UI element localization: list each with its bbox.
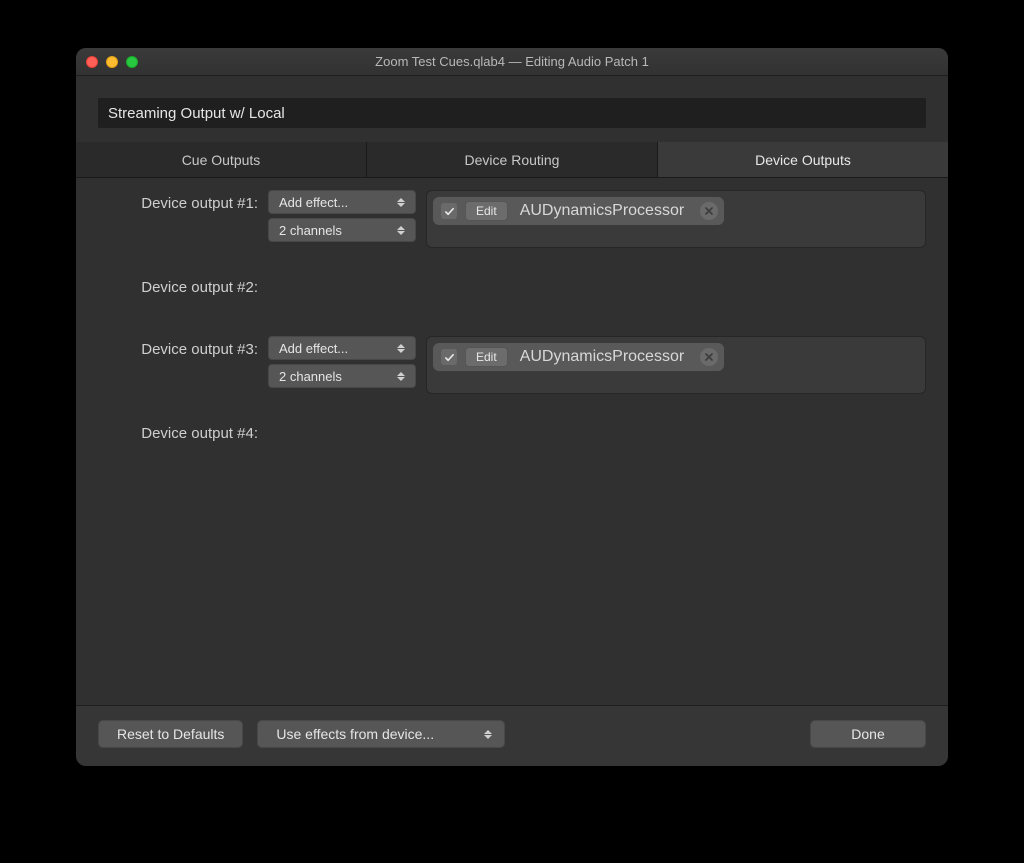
- reset-to-defaults-button[interactable]: Reset to Defaults: [98, 720, 243, 748]
- channel-count-popup[interactable]: 2 channels: [268, 364, 416, 388]
- device-outputs-panel: Device output #1: Add effect... 2 channe…: [76, 178, 948, 705]
- editor-window: Zoom Test Cues.qlab4 — Editing Audio Pat…: [76, 48, 948, 766]
- stepper-icon: [484, 726, 496, 742]
- patch-name-input[interactable]: [98, 98, 926, 128]
- device-output-row: Device output #3: Add effect... 2 channe…: [98, 336, 926, 394]
- effect-edit-button[interactable]: Edit: [465, 201, 508, 221]
- window-controls: [86, 56, 138, 68]
- effect-enabled-checkbox[interactable]: [441, 203, 457, 219]
- device-output-label: Device output #2:: [98, 274, 268, 296]
- titlebar: Zoom Test Cues.qlab4 — Editing Audio Pat…: [76, 48, 948, 76]
- content: Cue Outputs Device Routing Device Output…: [76, 76, 948, 766]
- stepper-icon: [397, 194, 409, 210]
- add-effect-popup[interactable]: Add effect...: [268, 336, 416, 360]
- effect-name: AUDynamicsProcessor: [516, 202, 688, 220]
- effect-chain: Edit AUDynamicsProcessor: [426, 190, 926, 248]
- tabs: Cue Outputs Device Routing Device Output…: [76, 142, 948, 178]
- done-button[interactable]: Done: [810, 720, 926, 748]
- effect-enabled-checkbox[interactable]: [441, 349, 457, 365]
- close-icon[interactable]: [86, 56, 98, 68]
- add-effect-label: Add effect...: [279, 195, 348, 210]
- minimize-icon[interactable]: [106, 56, 118, 68]
- stepper-icon: [397, 368, 409, 384]
- add-effect-popup[interactable]: Add effect...: [268, 190, 416, 214]
- output-controls: Add effect... 2 channels: [268, 190, 416, 242]
- effect-name: AUDynamicsProcessor: [516, 348, 688, 366]
- device-output-label: Device output #4:: [98, 420, 268, 442]
- device-output-label: Device output #1:: [98, 190, 268, 212]
- channel-count-popup[interactable]: 2 channels: [268, 218, 416, 242]
- device-output-row: Device output #1: Add effect... 2 channe…: [98, 190, 926, 248]
- use-effects-label: Use effects from device...: [276, 726, 434, 742]
- effect-chip: Edit AUDynamicsProcessor: [433, 197, 724, 225]
- effect-chip: Edit AUDynamicsProcessor: [433, 343, 724, 371]
- channels-label: 2 channels: [279, 369, 342, 384]
- stepper-icon: [397, 340, 409, 356]
- window-title: Zoom Test Cues.qlab4 — Editing Audio Pat…: [76, 54, 948, 69]
- device-output-row: Device output #2:: [98, 274, 926, 302]
- remove-effect-icon[interactable]: [700, 202, 718, 220]
- effect-edit-button[interactable]: Edit: [465, 347, 508, 367]
- stepper-icon: [397, 222, 409, 238]
- channels-label: 2 channels: [279, 223, 342, 238]
- tab-device-outputs[interactable]: Device Outputs: [658, 142, 948, 177]
- device-output-row: Device output #4:: [98, 420, 926, 448]
- zoom-icon[interactable]: [126, 56, 138, 68]
- output-controls: Add effect... 2 channels: [268, 336, 416, 388]
- footer: Reset to Defaults Use effects from devic…: [76, 705, 948, 766]
- use-effects-from-device-popup[interactable]: Use effects from device...: [257, 720, 505, 748]
- tab-cue-outputs[interactable]: Cue Outputs: [76, 142, 367, 177]
- effect-chain: Edit AUDynamicsProcessor: [426, 336, 926, 394]
- tab-device-routing[interactable]: Device Routing: [367, 142, 658, 177]
- device-output-label: Device output #3:: [98, 336, 268, 358]
- remove-effect-icon[interactable]: [700, 348, 718, 366]
- add-effect-label: Add effect...: [279, 341, 348, 356]
